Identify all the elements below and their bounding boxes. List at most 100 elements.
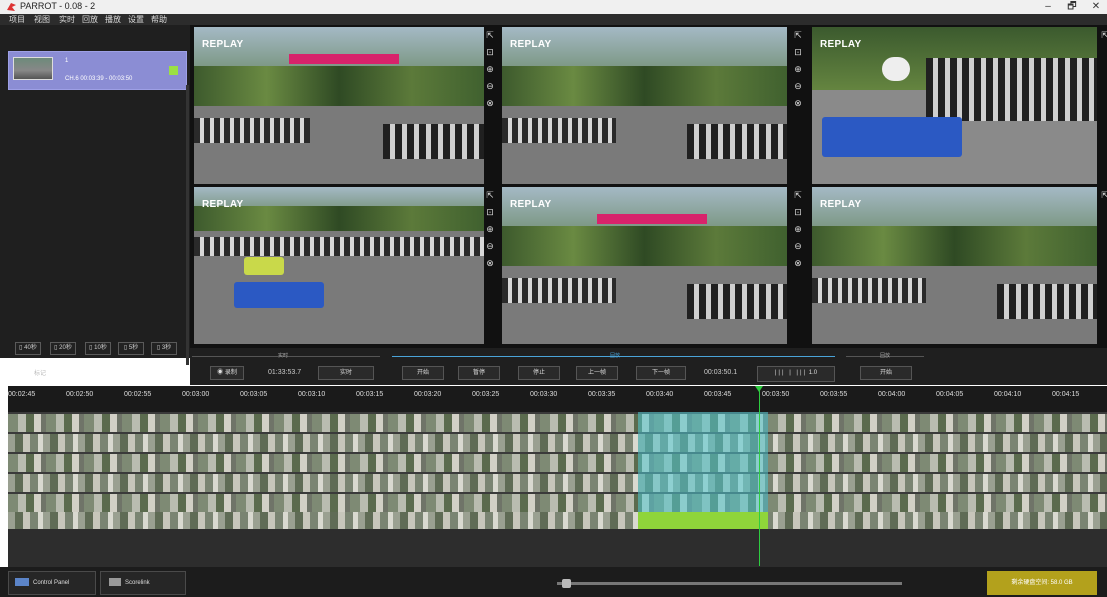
tile-2-toolbar: ⇱ ⊡ ⊕ ⊖ ⊗	[792, 29, 806, 119]
ruler-label: 00:03:25	[472, 391, 500, 398]
video-grid: REPLAY ⇱ ⊡ ⊕ ⊖ ⊗ REPLAY ⇱ ⊡ ⊕ ⊖ ⊗ REPLAY ⇱	[190, 25, 1107, 348]
minimize-button[interactable]: –	[1036, 0, 1060, 14]
bottom-bar: Control Panel Scorelink	[0, 567, 1107, 597]
track-row[interactable]	[8, 434, 1107, 452]
close-button[interactable]: ✕	[1084, 0, 1107, 14]
record-button[interactable]: ◉ 录制	[210, 366, 244, 380]
zoom-slider-track[interactable]	[557, 582, 902, 585]
control-panel-tab[interactable]: Control Panel	[8, 571, 96, 595]
start-button[interactable]: 开始	[402, 366, 444, 380]
zoom-in-icon[interactable]: ⊕	[484, 63, 496, 75]
other-start-button[interactable]: 开始	[860, 366, 912, 380]
reset-zoom-icon[interactable]: ⊗	[484, 257, 496, 269]
ruler-label: 00:04:10	[994, 391, 1022, 398]
scorelink-tab[interactable]: Scorelink	[100, 571, 186, 595]
timeline-tracks[interactable]	[8, 412, 1107, 529]
tab-markers[interactable]: 标记	[34, 366, 46, 382]
menu-project[interactable]: 项目	[9, 14, 25, 25]
window-title: PARROT - 0.08 - 2	[20, 1, 96, 11]
tile-1-toolbar: ⇱ ⊡ ⊕ ⊖ ⊗	[484, 29, 498, 119]
reset-zoom-icon[interactable]: ⊗	[484, 97, 496, 109]
track-row[interactable]	[8, 454, 1107, 472]
track-row[interactable]	[8, 512, 1107, 529]
reset-zoom-icon[interactable]: ⊗	[792, 97, 804, 109]
zoom-out-icon[interactable]: ⊖	[792, 80, 804, 92]
popout-icon[interactable]: ⇱	[792, 189, 804, 201]
replay-label: REPLAY	[820, 39, 862, 50]
banner	[289, 54, 399, 64]
live-timecode: 01:33:53.7	[268, 369, 302, 376]
track-row[interactable]	[8, 414, 1107, 432]
menu-settings[interactable]: 设置	[128, 14, 144, 25]
video-tile-3[interactable]: REPLAY	[812, 27, 1097, 184]
reset-zoom-icon[interactable]: ⊗	[792, 257, 804, 269]
menu-live[interactable]: 实时	[59, 14, 75, 25]
prev-frame-button[interactable]: 上一帧	[576, 366, 618, 380]
selection-bar[interactable]	[638, 512, 768, 529]
ruler-label: 00:03:15	[356, 391, 384, 398]
clip-list-panel: 1 CH.6 00:03:39 - 00:03:50	[0, 25, 190, 365]
menu-replay[interactable]: 回放	[82, 14, 98, 25]
live-button[interactable]: 实时	[318, 366, 374, 380]
kart	[244, 257, 284, 275]
playhead[interactable]	[759, 388, 760, 566]
transport-bar: 实时 ◉ 录制 01:33:53.7 实时 回放 开始 暂停 停止 上一帧 下一…	[190, 348, 1107, 385]
popout-icon[interactable]: ⇱	[484, 189, 496, 201]
timeline-ruler[interactable]: 00:02:45 00:02:50 00:02:55 00:03:00 00:0…	[8, 386, 1107, 412]
menu-play[interactable]: 播放	[105, 14, 121, 25]
video-tile-2[interactable]: REPLAY	[502, 27, 787, 184]
tab-events[interactable]: 事件	[96, 366, 108, 382]
zoom-in-icon[interactable]: ⊕	[792, 223, 804, 235]
track-row[interactable]	[8, 474, 1107, 492]
ruler-label: 00:03:05	[240, 391, 268, 398]
marker-5s-button[interactable]: ▯ 5秒	[118, 342, 144, 355]
ruler-label: 00:03:30	[530, 391, 558, 398]
clip-list-scrollbar[interactable]	[186, 85, 189, 365]
fit-icon[interactable]: ⊡	[792, 46, 804, 58]
left-tabs: 标记 事件	[8, 366, 190, 382]
menu-help[interactable]: 帮助	[151, 14, 167, 25]
video-tile-1[interactable]: REPLAY	[194, 27, 484, 184]
fit-icon[interactable]: ⊡	[484, 46, 496, 58]
track-row[interactable]	[8, 494, 1107, 512]
parrot-logo-icon	[7, 3, 16, 11]
menu-view[interactable]: 视图	[34, 14, 50, 25]
tile-tires	[687, 124, 787, 159]
popout-icon[interactable]: ⇱	[1099, 189, 1107, 201]
zoom-out-icon[interactable]: ⊖	[484, 240, 496, 252]
video-tile-4[interactable]: REPLAY	[194, 187, 484, 344]
popout-icon[interactable]: ⇱	[792, 29, 804, 41]
tile-tires	[194, 118, 310, 144]
pause-button[interactable]: 暂停	[458, 366, 500, 380]
zoom-in-icon[interactable]: ⊕	[484, 223, 496, 235]
marker-label: 5秒	[128, 345, 139, 351]
fit-icon[interactable]: ⊡	[484, 206, 496, 218]
ruler-label: 00:04:05	[936, 391, 964, 398]
ruler-label: 00:03:10	[298, 391, 326, 398]
clip-item[interactable]: 1 CH.6 00:03:39 - 00:03:50	[8, 51, 187, 90]
maximize-button[interactable]: 🗗	[1060, 0, 1084, 14]
tile-tires	[502, 118, 616, 144]
zoom-out-icon[interactable]: ⊖	[792, 240, 804, 252]
speed-control[interactable]: ||| | ||| 1.0	[757, 366, 835, 382]
title-bar: PARROT - 0.08 - 2 – 🗗 ✕	[0, 0, 1107, 14]
zoom-in-icon[interactable]: ⊕	[792, 63, 804, 75]
speed-value: 1.0	[808, 370, 818, 376]
next-frame-button[interactable]: 下一帧	[636, 366, 686, 380]
replay-label: REPLAY	[510, 199, 552, 210]
marker-3s-button[interactable]: ▯ 3秒	[151, 342, 177, 355]
popout-icon[interactable]: ⇱	[1099, 29, 1107, 41]
marker-40s-button[interactable]: ▯ 40秒	[15, 342, 41, 355]
video-tile-6[interactable]: REPLAY	[812, 187, 1097, 344]
selection-range[interactable]	[638, 412, 768, 514]
popout-icon[interactable]: ⇱	[484, 29, 496, 41]
record-label: 录制	[224, 370, 237, 376]
zoom-out-icon[interactable]: ⊖	[484, 80, 496, 92]
marker-10s-button[interactable]: ▯ 10秒	[85, 342, 111, 355]
zoom-slider-handle[interactable]	[562, 579, 571, 588]
stop-button[interactable]: 停止	[518, 366, 560, 380]
marker-20s-button[interactable]: ▯ 20秒	[50, 342, 76, 355]
video-tile-5[interactable]: REPLAY	[502, 187, 787, 344]
tile-5-toolbar: ⇱ ⊡ ⊕ ⊖ ⊗	[792, 189, 806, 279]
fit-icon[interactable]: ⊡	[792, 206, 804, 218]
